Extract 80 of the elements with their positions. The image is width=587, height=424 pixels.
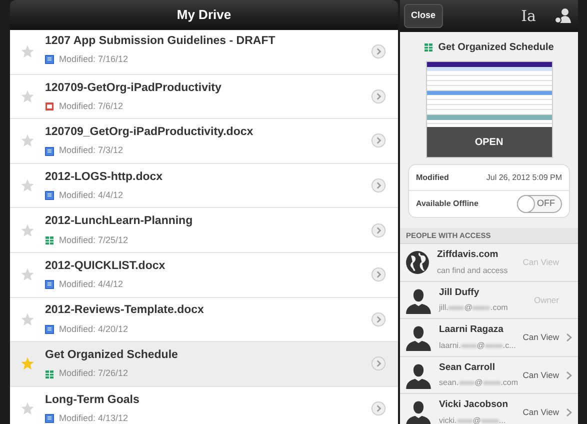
document-icon: [45, 414, 54, 424]
offline-label: Available Offline: [416, 198, 478, 210]
star-icon[interactable]: [20, 401, 35, 416]
email-address: vicki. @ ...: [439, 414, 507, 424]
list-title: My Drive: [176, 6, 232, 24]
modified-date: Modified: 7/26/12: [59, 367, 128, 380]
modified-date: Modified: 4/4/12: [59, 278, 124, 292]
document-icon: [45, 324, 54, 334]
star-icon[interactable]: [20, 267, 35, 282]
modified-date: Modified: 4/13/12: [59, 412, 128, 424]
star-icon[interactable]: [20, 178, 35, 194]
file-row[interactable]: 2012-Reviews-Template.docx Modified: 4/20/12: [10, 298, 398, 342]
email-address: laarni. @ .c...: [439, 340, 517, 352]
spreadsheet-thumbnail[interactable]: OPEN: [426, 61, 552, 158]
person-silhouette-icon: [405, 324, 432, 351]
spreadsheet-icon: [45, 236, 54, 245]
modified-date: Modified: 7/3/12: [59, 144, 124, 158]
person-name: Laarni Ragaza: [439, 323, 504, 338]
document-icon: [45, 191, 54, 200]
star-icon[interactable]: [20, 222, 35, 238]
chevron-circle-icon[interactable]: [371, 133, 386, 148]
spreadsheet-icon: [424, 43, 434, 52]
chevron-right-icon[interactable]: [566, 370, 572, 380]
chevron-circle-icon[interactable]: [371, 44, 386, 60]
file-name: 120709-GetOrg-iPadProductivity: [45, 80, 222, 96]
text-format-button[interactable]: Ia: [521, 4, 536, 28]
chevron-circle-icon[interactable]: [371, 312, 386, 327]
file-name: Get Organized Schedule: [45, 348, 179, 364]
person-name: Ziffdavis.com: [437, 248, 500, 262]
file-name: 120709_GetOrg-iPadProductivity.docx: [45, 125, 254, 140]
spreadsheet-icon: [45, 370, 54, 379]
file-name: 1207 App Submission Guidelines - DRAFT: [45, 34, 276, 49]
modified-date: Jul 26, 2012 5:09 PM: [486, 172, 562, 184]
file-name: 2012-LOGS-http.docx: [45, 170, 164, 185]
modified-label: Modified: [416, 172, 449, 184]
access-role[interactable]: Can View: [522, 331, 559, 344]
person-name: Jill Duffy: [439, 286, 480, 300]
chevron-circle-icon[interactable]: [371, 88, 386, 104]
star-icon[interactable]: [20, 133, 35, 148]
chevron-circle-icon[interactable]: [371, 222, 386, 238]
modified-date: Modified: 7/6/12: [59, 100, 124, 113]
access-description: can find and access: [437, 264, 509, 277]
chevron-right-icon[interactable]: [566, 408, 572, 417]
file-name: 2012-Reviews-Template.docx: [45, 303, 205, 318]
modified-date: Modified: 4/4/12: [59, 188, 124, 202]
modified-date: Modified: 4/20/12: [59, 322, 128, 336]
file-row[interactable]: Get Organized Schedule Modified: 7/26/12: [10, 342, 398, 387]
chevron-right-icon[interactable]: [566, 333, 572, 342]
email-address: jill. @ .com: [439, 302, 509, 314]
person-name: Vicki Jacobson: [439, 398, 509, 412]
person-silhouette-icon: [405, 399, 432, 424]
modified-date: Modified: 7/25/12: [59, 234, 128, 247]
document-icon: [45, 280, 54, 290]
share-people-icon[interactable]: [554, 8, 572, 24]
person-silhouette-icon: [405, 362, 432, 388]
file-title: Get Organized Schedule: [438, 41, 554, 55]
file-name: 2012-LunchLearn-Planning: [45, 214, 194, 230]
star-icon[interactable]: [20, 44, 35, 60]
email-address: sean. @ .com: [439, 377, 520, 390]
person-name: Sean Carroll: [439, 360, 496, 375]
document-icon: [45, 55, 54, 64]
person-silhouette-icon: [405, 286, 432, 314]
access-role[interactable]: Can View: [522, 368, 559, 382]
access-role[interactable]: Can View: [522, 406, 559, 419]
offline-toggle[interactable]: OFF: [517, 195, 562, 213]
file-name: Long-Term Goals: [45, 392, 140, 408]
chevron-circle-icon[interactable]: [371, 178, 386, 194]
star-icon[interactable]: [20, 312, 35, 327]
file-row[interactable]: 120709-GetOrg-iPadProductivity Modified: 7/6/12: [10, 74, 398, 120]
presentation-icon: [45, 102, 54, 112]
chevron-circle-icon[interactable]: [371, 401, 386, 416]
star-icon[interactable]: [20, 88, 35, 104]
chevron-circle-icon[interactable]: [371, 267, 386, 282]
chevron-circle-icon[interactable]: [371, 356, 386, 372]
star-icon[interactable]: [20, 356, 35, 372]
modified-date: Modified: 7/16/12: [59, 53, 128, 66]
open-label[interactable]: OPEN: [474, 134, 504, 150]
close-button[interactable]: Close: [404, 4, 443, 28]
file-name: 2012-QUICKLIST.docx: [45, 258, 166, 274]
document-icon: [45, 146, 54, 156]
